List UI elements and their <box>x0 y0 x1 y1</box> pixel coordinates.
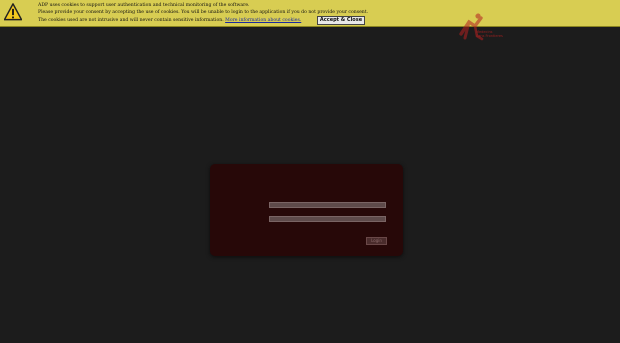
cookie-line-3-text: The cookies used are not intrusive and w… <box>38 17 224 23</box>
login-card: Login <box>210 164 403 256</box>
logo-text-line2: Sans Frontieres <box>476 34 503 38</box>
logo-text: Medecins Sans Frontieres <box>476 30 503 38</box>
username-input[interactable] <box>269 202 386 208</box>
cookie-line-1: ADP uses cookies to support user authent… <box>38 3 250 8</box>
warning-icon <box>4 3 22 21</box>
password-input[interactable] <box>269 216 386 222</box>
login-button[interactable]: Login <box>366 237 387 245</box>
accept-close-button[interactable]: Accept & Close <box>317 16 365 25</box>
more-info-link[interactable]: More information about cookies. <box>225 18 301 23</box>
cookie-banner: ADP uses cookies to support user authent… <box>0 0 620 27</box>
